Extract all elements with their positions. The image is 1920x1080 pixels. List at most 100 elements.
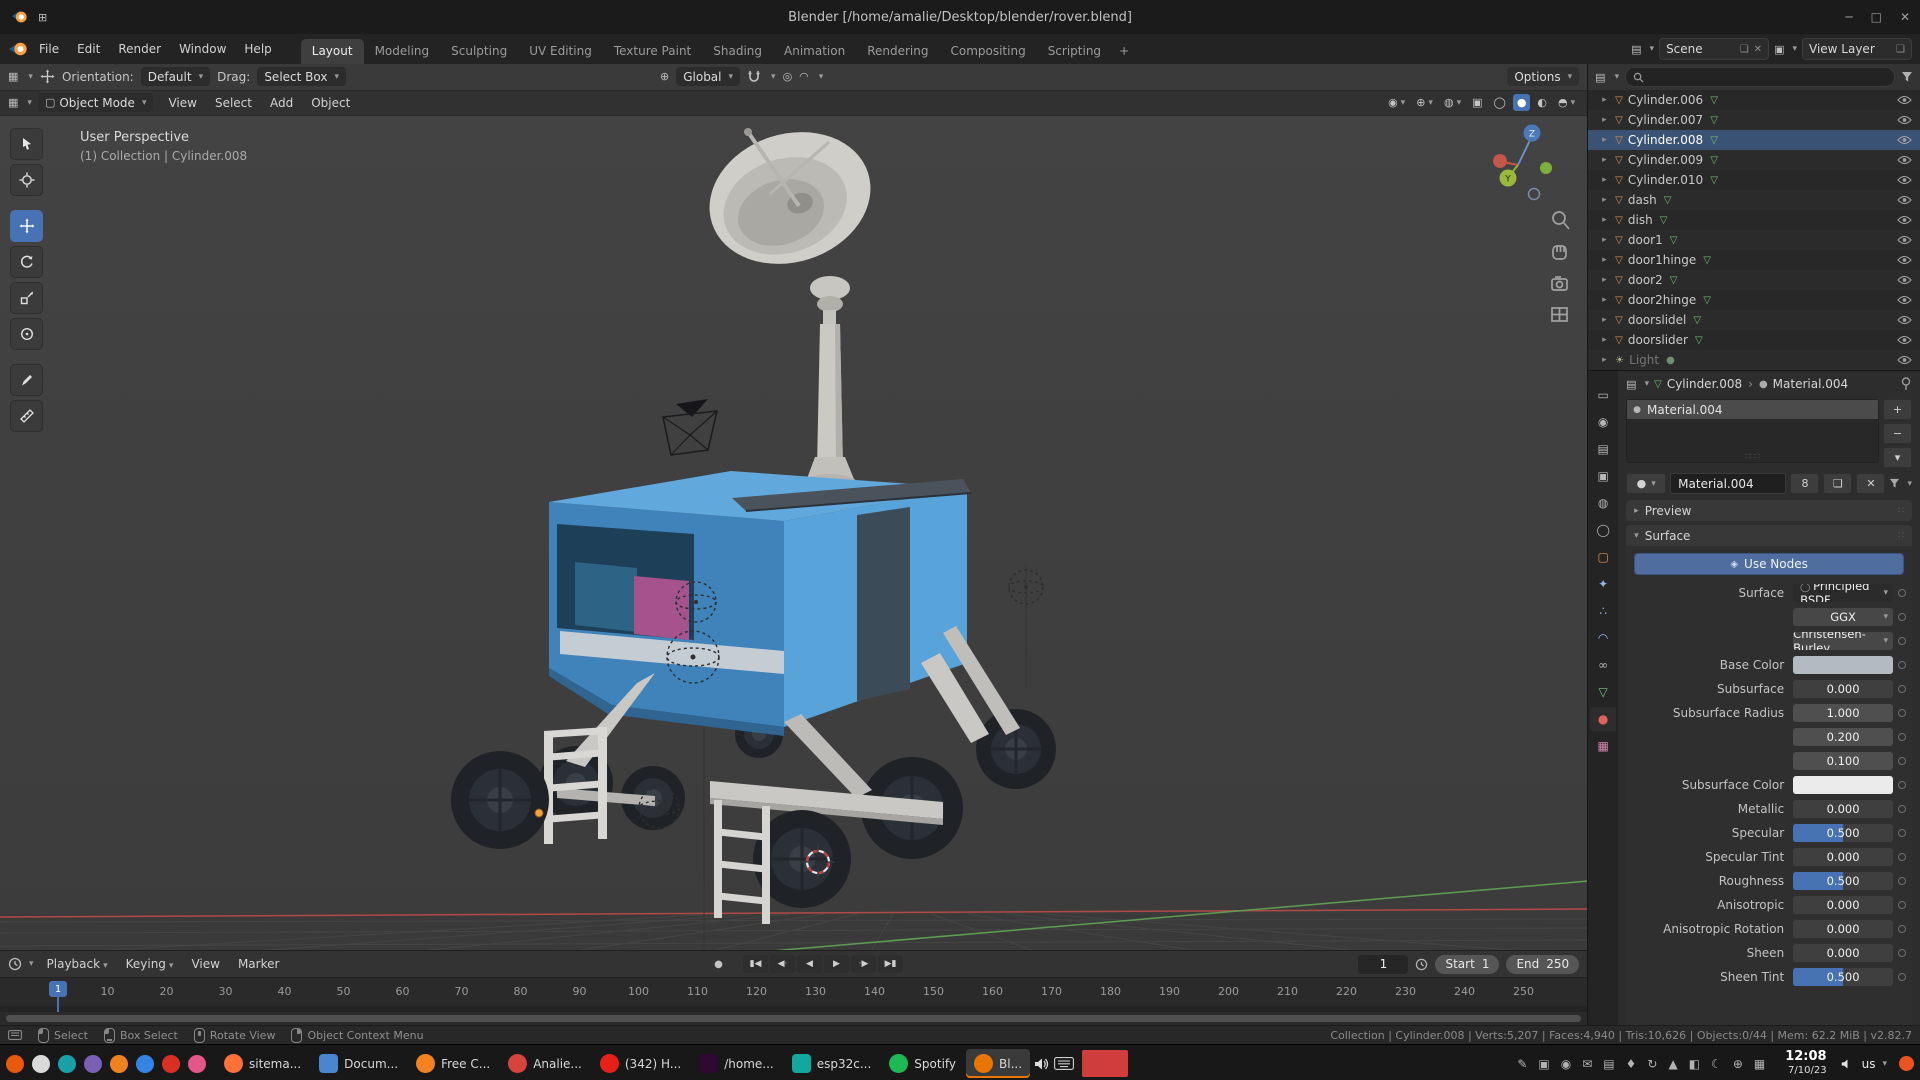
chevron-down-icon[interactable]: ▾ [29, 959, 34, 969]
property-field[interactable]: ▾ [1793, 656, 1893, 674]
frame-end-field[interactable]: End 250 [1506, 955, 1579, 974]
proportional-editing-icon[interactable]: ◎ [783, 70, 793, 83]
outliner-item[interactable]: ▸ ▽ door1hinge ▽ [1588, 250, 1920, 270]
tool-rotate-button[interactable] [10, 246, 43, 278]
taskbar-app[interactable]: /home... [691, 1049, 782, 1078]
properties-tab[interactable]: ▦ [1590, 734, 1616, 758]
property-field[interactable]: 0.200 ▾ [1793, 728, 1893, 746]
editor-type-icon[interactable]: ▤ [1595, 71, 1605, 84]
tray-icon[interactable]: ◉ [1561, 1057, 1571, 1071]
tray-icon[interactable]: ▤ [1603, 1057, 1614, 1071]
property-field[interactable]: 0.000 ▾ [1793, 896, 1893, 914]
taskbar-icon[interactable] [136, 1055, 154, 1073]
breadcrumb-object[interactable]: Cylinder.008 [1667, 377, 1742, 391]
playback-sync-clock-icon[interactable] [1415, 958, 1428, 971]
taskbar-icon[interactable] [58, 1055, 76, 1073]
outliner-item[interactable]: ▸ ▽ doorslidel ▽ [1588, 310, 1920, 330]
frame-start-field[interactable]: Start 1 [1435, 955, 1499, 974]
viewport-header-icon[interactable]: ◯ ▾ [1490, 94, 1510, 111]
auto-keyframe-button[interactable]: ● [706, 955, 731, 973]
workspace-tab[interactable]: Shading [702, 39, 773, 64]
viewport-header-icon[interactable]: ◉ ▾ [1384, 94, 1409, 111]
taskbar-app[interactable]: Spotify [881, 1049, 964, 1078]
expand-icon[interactable]: ▸ [1602, 175, 1610, 185]
transform-orientation-dropdown[interactable]: Global ▾ [676, 67, 740, 86]
editor-type-icon[interactable]: ▦ [8, 96, 18, 109]
animate-dot[interactable] [1893, 589, 1906, 597]
orientation-dropdown[interactable]: Default ▾ [141, 67, 210, 86]
taskbar-icon[interactable] [188, 1055, 206, 1073]
tray-icon[interactable]: ☾ [1711, 1057, 1722, 1071]
viewport-header-icon[interactable]: ◐ ▾ [1533, 94, 1551, 111]
menubar-menu[interactable]: Window [170, 38, 235, 60]
copy-icon[interactable]: ❏ [1740, 44, 1749, 55]
property-field[interactable]: 0.500 ▾ [1793, 968, 1893, 986]
expand-icon[interactable]: ▸ [1602, 295, 1610, 305]
unlink-icon[interactable]: ✕ [1754, 44, 1762, 55]
chevron-down-icon[interactable]: ▾ [1615, 72, 1620, 82]
animate-dot[interactable] [1893, 853, 1906, 861]
properties-tab[interactable]: ● [1590, 707, 1616, 731]
visibility-eye-icon[interactable] [1897, 195, 1912, 205]
breadcrumb-material[interactable]: Material.004 [1773, 377, 1848, 391]
taskbar-icon[interactable] [32, 1055, 50, 1073]
visibility-eye-icon[interactable] [1897, 335, 1912, 345]
scene-selector[interactable]: Scene ❏ ✕ [1659, 38, 1769, 60]
viewport-menu[interactable]: View [159, 92, 205, 114]
expand-icon[interactable]: ▸ [1602, 275, 1610, 285]
workspace-tab[interactable]: Modeling [364, 39, 441, 64]
outliner-search[interactable] [1625, 67, 1895, 87]
expand-icon[interactable]: ▸ [1602, 155, 1610, 165]
viewport-menu[interactable]: Select [206, 92, 261, 114]
timeline-ruler[interactable]: 10 20 30 40 50 60 70 80 90 100 110 [0, 977, 1587, 1006]
outliner-item[interactable]: ▸ ▽ Cylinder.010 ▽ [1588, 170, 1920, 190]
editor-type-clock-icon[interactable] [8, 957, 22, 971]
visibility-eye-icon[interactable] [1897, 135, 1912, 145]
tool-measure-button[interactable] [10, 400, 43, 432]
editor-type-icon[interactable]: ▤ [1626, 378, 1636, 391]
expand-icon[interactable]: ▸ [1602, 335, 1610, 345]
current-frame-field[interactable]: 1 [1358, 955, 1408, 974]
visibility-eye-icon[interactable] [1897, 355, 1912, 365]
chevron-down-icon[interactable]: ▾ [28, 72, 33, 82]
taskbar-icon[interactable] [6, 1055, 24, 1073]
orientation-globe-icon[interactable]: ⊕ [660, 70, 669, 83]
expand-icon[interactable]: ▸ [1602, 255, 1610, 265]
properties-tab[interactable]: ▤ [1590, 437, 1616, 461]
visibility-eye-icon[interactable] [1897, 275, 1912, 285]
animate-dot[interactable] [1893, 613, 1906, 621]
scrollbar-thumb[interactable] [6, 1015, 1581, 1022]
mode-dropdown[interactable]: ▢ Object Mode ▾ [38, 93, 154, 112]
workspace-tab[interactable]: Animation [773, 39, 856, 64]
property-field[interactable]: GGX ▾ [1793, 608, 1893, 626]
expand-icon[interactable]: ▸ [1602, 95, 1610, 105]
filter-icon[interactable] [1889, 478, 1900, 489]
animate-dot[interactable] [1893, 901, 1906, 909]
expand-icon[interactable]: ▸ [1602, 195, 1610, 205]
chevron-down-icon[interactable]: ▾ [1792, 44, 1797, 54]
workspace-tab[interactable]: + [1112, 39, 1136, 64]
tool-select-box-button[interactable] [10, 128, 43, 160]
properties-tab[interactable]: ◠ [1590, 626, 1616, 650]
chevron-down-icon[interactable]: ▾ [1882, 1059, 1887, 1069]
taskbar-app[interactable]: esp32c... [784, 1049, 880, 1078]
expand-icon[interactable]: ▸ [1602, 315, 1610, 325]
chevron-down-icon[interactable]: ▾ [27, 98, 32, 108]
property-field[interactable]: 0.500 ▾ [1793, 872, 1893, 890]
keyboard-icon[interactable] [1054, 1057, 1074, 1070]
tray-icon[interactable]: ↻ [1647, 1057, 1657, 1071]
tray-icon[interactable]: ▦ [1754, 1057, 1765, 1071]
tray-icon[interactable]: ◧ [1689, 1057, 1700, 1071]
viewport-header-icon[interactable]: ◍ ▾ [1440, 94, 1465, 111]
animate-dot[interactable] [1893, 877, 1906, 885]
screen-record-region[interactable] [1082, 1050, 1128, 1077]
remove-slot-button[interactable]: − [1883, 423, 1912, 444]
falloff-icon[interactable]: ◠ [799, 70, 809, 83]
surface-panel-header[interactable]: ▾ Surface ∷ [1626, 525, 1912, 546]
visibility-eye-icon[interactable] [1897, 115, 1912, 125]
viewport-3d[interactable]: Z Y User Perspective (1) Collection | Cy… [0, 116, 1587, 950]
property-field[interactable]: Principled BSDF ▾ [1793, 584, 1893, 602]
visibility-eye-icon[interactable] [1897, 175, 1912, 185]
tray-icon[interactable]: ▲ [1668, 1057, 1677, 1071]
property-field[interactable]: ▾ [1793, 776, 1893, 794]
